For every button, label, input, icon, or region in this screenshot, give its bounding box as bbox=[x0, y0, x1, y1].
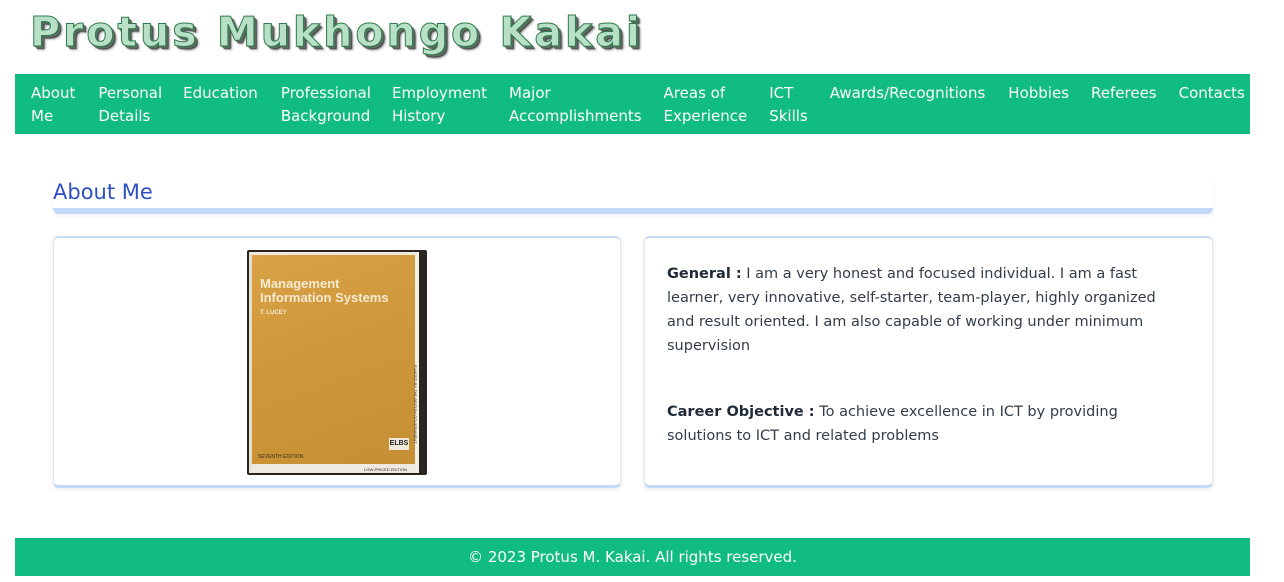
book-low-price-label: LOW-PRICED EDITION bbox=[364, 467, 407, 472]
nav-item-label: ICT bbox=[769, 84, 794, 102]
photo-card: Management Information Systems T. LUCEY … bbox=[53, 236, 621, 488]
nav-item-label: Details bbox=[98, 107, 151, 125]
book-cover-image: Management Information Systems T. LUCEY … bbox=[247, 250, 427, 475]
nav-item-label: Contacts bbox=[1178, 84, 1245, 102]
nav-item-awards-recognitions[interactable]: Awards/Recognitions bbox=[830, 82, 986, 105]
nav-item-label: Education bbox=[183, 84, 258, 102]
book-spine-text: FUNDED BY THE BRITISH GOVERNMENT bbox=[413, 365, 418, 444]
nav-item-label: Areas of bbox=[663, 84, 726, 102]
section-heading: About Me bbox=[53, 180, 153, 204]
book-author: T. LUCEY bbox=[260, 310, 287, 316]
publisher-logo: ELBS bbox=[389, 438, 409, 450]
nav-item-education[interactable]: Education bbox=[183, 82, 258, 105]
general-paragraph: General : I am a very honest and focused… bbox=[667, 262, 1187, 358]
career-objective-label: Career Objective : bbox=[667, 404, 815, 420]
nav-item-major-accomplishments[interactable]: Major Accomplishments bbox=[509, 82, 642, 128]
nav-item-contacts[interactable]: Contacts bbox=[1179, 82, 1245, 105]
nav-item-label: Referees bbox=[1091, 84, 1157, 102]
career-objective-paragraph: Career Objective : To achieve excellence… bbox=[667, 400, 1187, 448]
nav-item-label: About bbox=[31, 84, 76, 102]
nav-item-label: Awards/Recognitions bbox=[829, 84, 986, 102]
nav-item-label: Professional bbox=[280, 84, 371, 102]
nav-item-label: Background bbox=[280, 107, 371, 125]
nav-item-label: Accomplishments bbox=[509, 107, 642, 125]
nav-item-label: Hobbies bbox=[1008, 84, 1070, 102]
nav-item-referees[interactable]: Referees bbox=[1091, 82, 1157, 105]
nav-item-label: Personal bbox=[98, 84, 163, 102]
nav-item-label: Major bbox=[509, 84, 551, 102]
book-title-line: Information Systems bbox=[260, 290, 389, 305]
book-title: Management Information Systems bbox=[260, 277, 389, 305]
general-label: General : bbox=[667, 266, 742, 282]
footer: © 2023 Protus M. Kakai. All rights reser… bbox=[15, 538, 1250, 576]
nav-item-label: Employment bbox=[391, 84, 488, 102]
book-title-line: Management bbox=[260, 276, 340, 291]
about-text: General : I am a very honest and focused… bbox=[667, 262, 1187, 490]
about-text-card: General : I am a very honest and focused… bbox=[644, 236, 1213, 488]
section-header: About Me bbox=[53, 176, 1213, 214]
nav-item-label: History bbox=[391, 107, 446, 125]
site-title: Protus Mukhongo Kakai bbox=[30, 8, 643, 57]
nav-item-label: Experience bbox=[663, 107, 748, 125]
nav-item-label: Me bbox=[31, 107, 54, 125]
book-edition: SEVENTH EDITION bbox=[258, 454, 304, 460]
nav-item-areas-of-experience[interactable]: Areas of Experience bbox=[664, 82, 748, 128]
footer-copyright: © 2023 Protus M. Kakai. All rights reser… bbox=[468, 548, 797, 566]
nav-item-professional-background[interactable]: Professional Background bbox=[281, 82, 371, 128]
nav-item-ict-skills[interactable]: ICT Skills bbox=[769, 82, 808, 128]
nav-item-personal-details[interactable]: Personal Details bbox=[98, 82, 162, 128]
book-cover: Management Information Systems T. LUCEY … bbox=[249, 252, 419, 473]
nav-item-employment-history[interactable]: Employment History bbox=[392, 82, 487, 128]
nav-item-hobbies[interactable]: Hobbies bbox=[1008, 82, 1069, 105]
nav-item-label: Skills bbox=[769, 107, 808, 125]
main-navbar: About Me Personal Details Education Prof… bbox=[15, 74, 1250, 134]
nav-item-about-me[interactable]: About Me bbox=[31, 82, 75, 128]
